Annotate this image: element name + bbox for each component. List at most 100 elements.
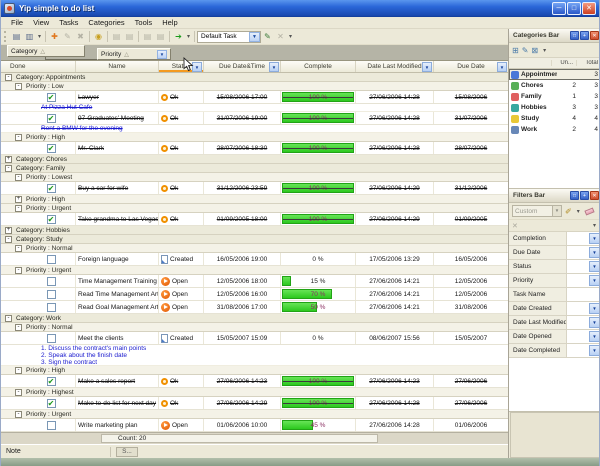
filter-dropdown-arrow-icon[interactable]: ▼ (589, 303, 600, 314)
column-filter-arrow-icon[interactable]: ▼ (422, 62, 432, 72)
priority-filter-arrow-icon[interactable]: ▼ (157, 50, 167, 59)
category-group-row[interactable]: -Category: Appointments (1, 73, 508, 82)
priority-group-row[interactable]: -Priority : Low (1, 82, 508, 91)
group-button-priority[interactable]: Priority △ ▼ (97, 48, 171, 60)
task-row[interactable]: Time Management TrainingOpen12/05/2006 1… (1, 275, 508, 288)
filter-value[interactable]: ▼ (567, 232, 600, 245)
menu-tasks[interactable]: Tasks (54, 18, 83, 27)
done-checkbox[interactable] (47, 277, 56, 286)
done-checkbox[interactable] (47, 290, 56, 299)
move-down-icon[interactable]: ▤ (123, 30, 136, 43)
category-list-item[interactable]: Family13 (509, 91, 600, 102)
task-row[interactable]: Foreign languageCreated16/05/2006 19:000… (1, 253, 508, 266)
category-group-row[interactable]: -Category: Work (1, 314, 508, 323)
priority-group-row[interactable]: -Priority : Urgent (1, 266, 508, 275)
status-truncated-button[interactable]: S... (116, 447, 138, 457)
delete-category-icon[interactable]: ⊠ (531, 46, 538, 55)
filter-dropdown-arrow-icon[interactable]: ▼ (589, 331, 600, 342)
priority-group-row[interactable]: -Priority : Urgent (1, 204, 508, 213)
complete-overflow-icon[interactable]: ▾ (187, 33, 190, 40)
clear-default-task-icon[interactable]: ✕ (274, 30, 287, 43)
expander-icon[interactable]: - (5, 315, 12, 322)
task-row[interactable]: Write marketing planOpen01/06/2006 10:00… (1, 419, 508, 432)
filter-value[interactable]: ▼ (567, 274, 600, 287)
expander-icon[interactable]: - (15, 267, 22, 274)
menu-tools[interactable]: Tools (130, 18, 158, 27)
filter-dropdown-arrow-icon[interactable]: ▼ (589, 275, 600, 286)
note-row[interactable]: At Pizza Hut Cafe (1, 104, 508, 112)
priority-group-row[interactable]: -Priority : Normal (1, 323, 508, 332)
column-header-due-date[interactable]: Due Date▼ (434, 61, 508, 72)
category-group-row[interactable]: -Category: Study (1, 235, 508, 244)
category-group-row[interactable]: +Category: Chores (1, 155, 508, 164)
expander-icon[interactable]: - (15, 411, 22, 418)
new-task-icon[interactable]: ✚ (48, 30, 61, 43)
default-task-combobox[interactable]: Default Task ▼ (197, 31, 261, 43)
category-group-row[interactable]: -Category: Family (1, 164, 508, 173)
done-checkbox[interactable] (47, 334, 56, 343)
filter-preset-combobox[interactable]: Custom ▼ (512, 205, 562, 217)
manage-default-task-icon[interactable]: ✎ (261, 30, 274, 43)
combo-arrow-icon[interactable]: ▼ (552, 206, 561, 216)
filter-value[interactable]: ▼ (567, 246, 600, 259)
note-row[interactable]: Rent a BMW for the evening (1, 125, 508, 133)
column-header-due-date-time[interactable]: Due Date&Time▼ (204, 61, 281, 72)
done-checkbox[interactable]: ✔ (47, 215, 56, 224)
done-checkbox[interactable]: ✔ (47, 144, 56, 153)
filter-dropdown-arrow-icon[interactable]: ▼ (589, 233, 600, 244)
category-list-item[interactable]: Hobbies33 (509, 102, 600, 113)
maximize-button[interactable]: □ (567, 2, 581, 15)
edit-task-icon[interactable]: ✎ (61, 30, 74, 43)
menu-file[interactable]: File (6, 18, 28, 27)
expander-icon[interactable]: + (5, 156, 12, 163)
remove-filter-icon[interactable]: ✕ (512, 222, 518, 230)
task-row[interactable]: Read Goal Management ArticleOpen31/08/20… (1, 301, 508, 314)
task-row[interactable]: Read Time Management ArticlesOpen12/05/2… (1, 288, 508, 301)
column-header-date-last-modified[interactable]: Date Last Modified▼ (356, 61, 434, 72)
panel-menu-icon[interactable]: □ (570, 191, 579, 200)
delete-task-icon[interactable]: ✖ (74, 30, 87, 43)
edit-category-icon[interactable]: ✎ (522, 46, 529, 55)
done-checkbox[interactable]: ✔ (47, 93, 56, 102)
task-row[interactable]: ✔Buy a car for wifeOk31/12/2006 23:59100… (1, 182, 508, 195)
complete-task-icon[interactable]: ➔ (172, 30, 185, 43)
toolbar-grip[interactable] (4, 31, 8, 42)
expander-icon[interactable]: - (15, 367, 22, 374)
filter-value[interactable]: ▼ (567, 302, 600, 315)
priority-group-row[interactable]: -Priority : Lowest (1, 173, 508, 182)
group-button-category[interactable]: Category △ (7, 45, 85, 57)
print-preview-icon[interactable]: ▥ (23, 30, 36, 43)
category-list-item[interactable]: Appointments3 (509, 69, 600, 80)
task-row[interactable]: ✔Take grandma to Las VegasOk01/09/2005 1… (1, 213, 508, 226)
category-list-item[interactable]: Study44 (509, 113, 600, 124)
task-row[interactable]: ✔Mr. ClarkOk28/07/2006 18:30100 %27/06/2… (1, 142, 508, 155)
priority-group-row[interactable]: -Priority : High (1, 133, 508, 142)
save-filter-overflow-icon[interactable]: ▾ (577, 208, 580, 215)
panel-close-icon[interactable]: ✕ (590, 191, 599, 200)
task-row[interactable]: Meet the clientsCreated15/05/2007 15:090… (1, 332, 508, 345)
task-row[interactable]: ✔Make to-do list for next dayOk27/06/200… (1, 397, 508, 410)
expander-icon[interactable]: - (5, 236, 12, 243)
done-checkbox[interactable]: ✔ (47, 184, 56, 193)
done-checkbox[interactable]: ✔ (47, 114, 56, 123)
expander-icon[interactable]: - (5, 165, 12, 172)
print-icon[interactable]: ▤ (10, 30, 23, 43)
filter-value[interactable]: ▼ (567, 344, 600, 357)
toolbar-overflow-icon[interactable]: ▾ (289, 33, 292, 40)
panel-pin-icon[interactable]: + (580, 31, 589, 40)
priority-group-row[interactable]: -Priority : High (1, 366, 508, 375)
filter-value[interactable]: ▼ (567, 330, 600, 343)
view-note-icon[interactable]: ◉ (92, 30, 105, 43)
task-row[interactable]: ✔97-Graduates' MeetingOk31/07/2006 19:00… (1, 112, 508, 125)
menu-view[interactable]: View (28, 18, 54, 27)
done-checkbox[interactable] (47, 255, 56, 264)
column-header-name[interactable]: Name (76, 61, 159, 72)
done-checkbox[interactable]: ✔ (47, 377, 56, 386)
column-header-done[interactable]: Done (1, 61, 76, 72)
filter-dropdown-arrow-icon[interactable]: ▼ (589, 345, 600, 356)
add-category-icon[interactable]: ⊞ (512, 46, 519, 55)
menu-categories[interactable]: Categories (83, 18, 129, 27)
done-checkbox[interactable] (47, 421, 56, 430)
expander-icon[interactable]: + (5, 227, 12, 234)
menu-help[interactable]: Help (157, 18, 182, 27)
